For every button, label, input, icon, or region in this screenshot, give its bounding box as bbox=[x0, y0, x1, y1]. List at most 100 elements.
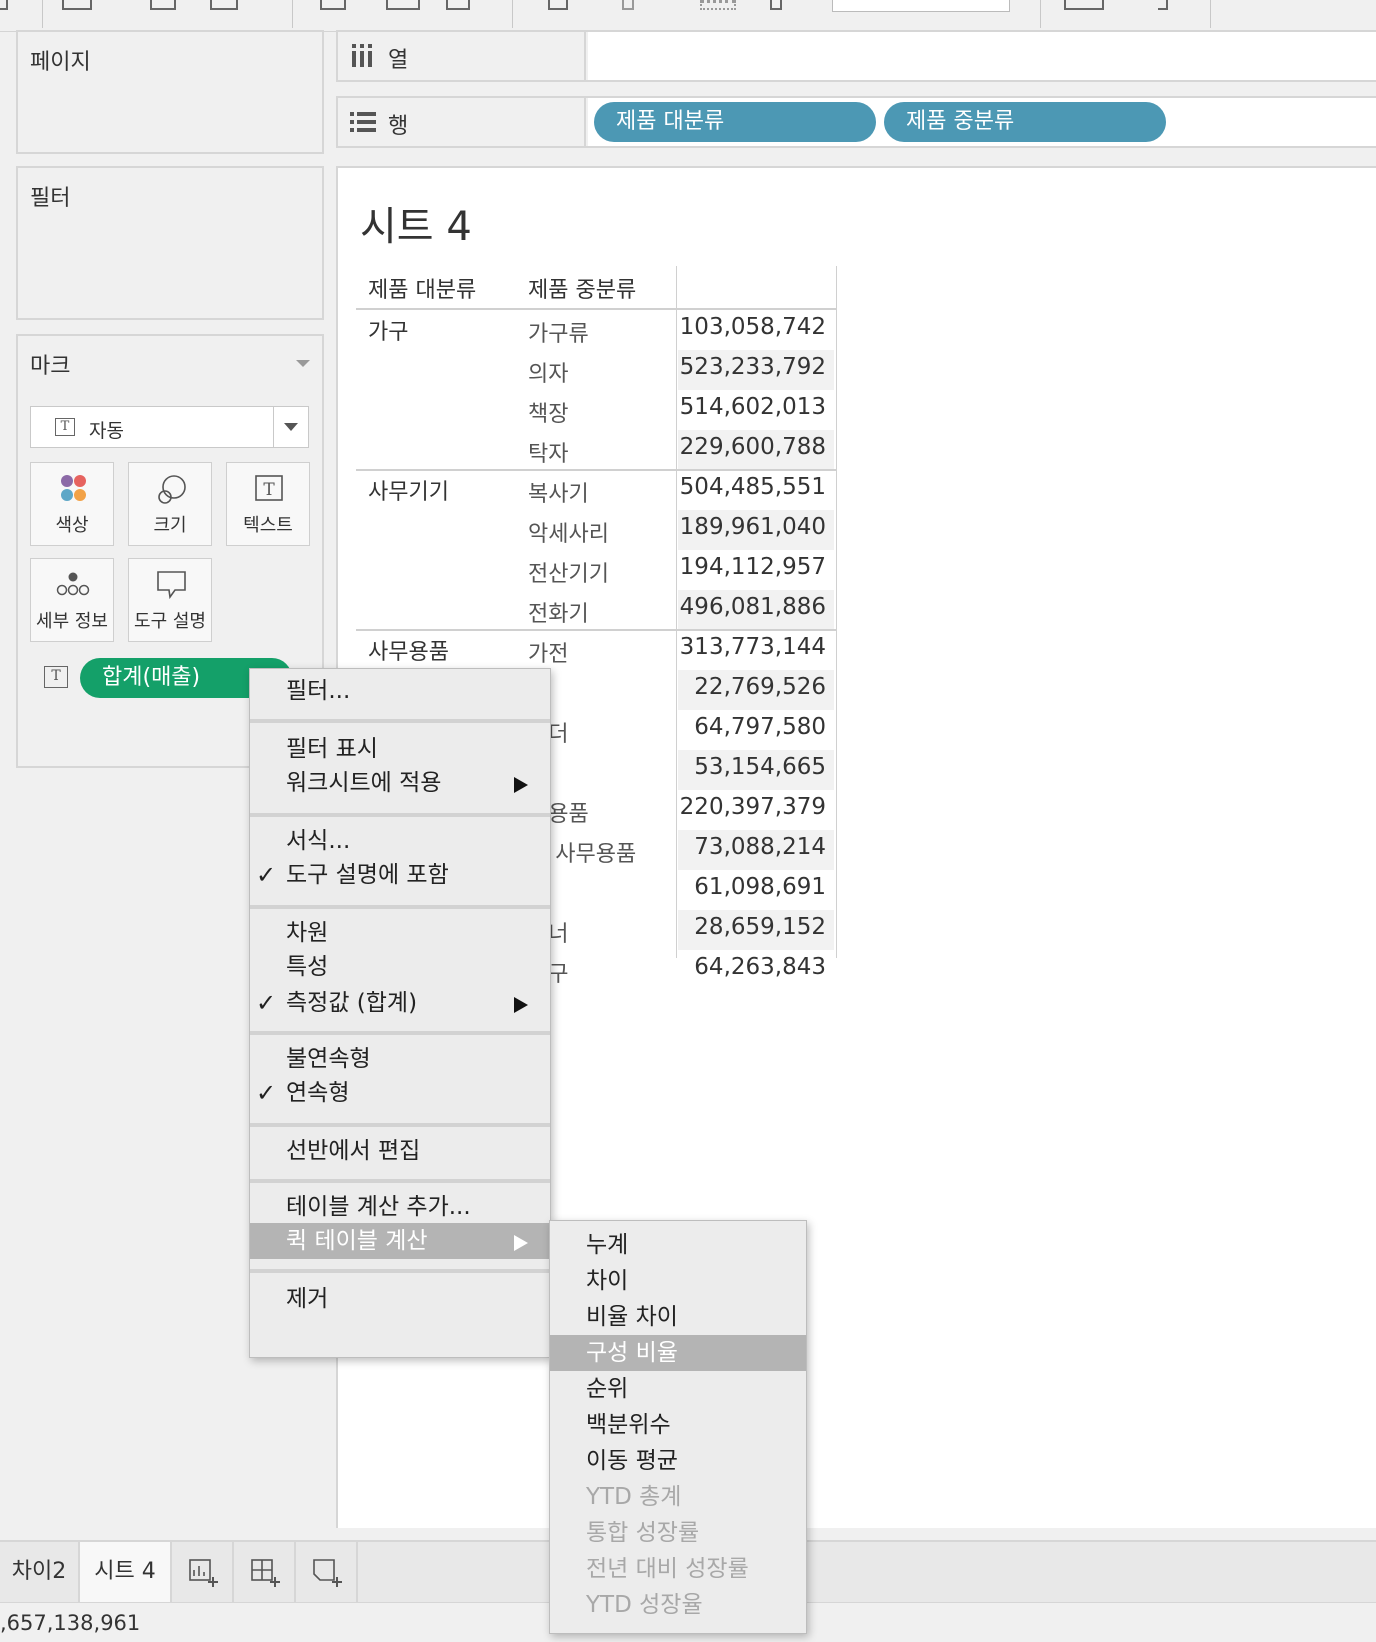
menu-separator bbox=[250, 1123, 550, 1127]
table-value-cell[interactable]: 313,773,144 bbox=[676, 634, 826, 660]
new-story-tab-icon[interactable] bbox=[296, 1542, 358, 1602]
presentation-icon[interactable] bbox=[1064, 0, 1104, 10]
table-value-cell[interactable]: 28,659,152 bbox=[676, 914, 826, 940]
table-category-cell[interactable]: 사무기기 bbox=[368, 474, 449, 506]
table-value-cell[interactable]: 64,263,843 bbox=[676, 954, 826, 980]
context-menu-item[interactable]: 서식... bbox=[250, 823, 550, 859]
columns-drop-area[interactable] bbox=[588, 32, 1376, 80]
marks-title: 마크 bbox=[30, 354, 71, 379]
table-category-cell[interactable]: 가구 bbox=[368, 314, 408, 346]
quick-calc-item[interactable]: 이동 평균 bbox=[550, 1443, 806, 1479]
new-worksheet-tab-icon[interactable] bbox=[172, 1542, 234, 1602]
clear-sheet-icon[interactable] bbox=[210, 0, 238, 10]
color-button[interactable]: 색상 bbox=[30, 462, 114, 546]
context-menu-item[interactable]: 필터 표시 bbox=[250, 731, 550, 767]
menu-item-label: 연속형 bbox=[286, 1080, 350, 1106]
table-sub-category-cell[interactable]: 가구류 bbox=[528, 316, 589, 348]
toolbar-divider bbox=[1210, 0, 1211, 28]
chevron-down-icon bbox=[284, 423, 298, 431]
context-menu-item[interactable]: 퀵 테이블 계산 bbox=[250, 1223, 550, 1259]
table-sub-category-cell[interactable]: 전화기 bbox=[528, 596, 589, 628]
context-menu-item[interactable]: 도구 설명에 포함 ✓ bbox=[250, 857, 550, 893]
table-value-cell[interactable]: 61,098,691 bbox=[676, 874, 826, 900]
detail-button[interactable]: 세부 정보 bbox=[30, 558, 114, 642]
table-value-cell[interactable]: 53,154,665 bbox=[676, 754, 826, 780]
table-sub-category-cell[interactable]: 복사기 bbox=[528, 476, 589, 508]
labels-icon[interactable] bbox=[700, 0, 736, 10]
tab-sheet4[interactable]: 시트 4 bbox=[80, 1542, 172, 1602]
undo-icon[interactable] bbox=[0, 0, 8, 10]
quick-calc-item: 통합 성장률 bbox=[586, 1520, 700, 1546]
sort-descending-icon[interactable] bbox=[446, 0, 470, 10]
dropdown-divider bbox=[273, 407, 274, 447]
context-menu-item[interactable]: 특성 bbox=[250, 949, 550, 985]
menu-item-label: 워크시트에 적용 bbox=[286, 770, 442, 796]
header-category[interactable]: 제품 대분류 bbox=[368, 272, 476, 304]
table-sub-category-cell[interactable]: 악세사리 bbox=[528, 516, 609, 548]
table-sub-category-cell[interactable]: 가전 bbox=[528, 636, 568, 668]
table-value-cell[interactable]: 189,961,040 bbox=[676, 514, 826, 540]
menu-item-label: 특성 bbox=[286, 954, 329, 980]
highlight-icon[interactable] bbox=[548, 0, 568, 10]
size-icon bbox=[129, 473, 211, 505]
table-category-cell[interactable]: 사무용품 bbox=[368, 634, 449, 666]
table-value-cell[interactable]: 229,600,788 bbox=[676, 434, 826, 460]
context-menu-item[interactable]: 불연속형 bbox=[250, 1041, 550, 1077]
tooltip-button[interactable]: 도구 설명 bbox=[128, 558, 212, 642]
context-menu-item[interactable]: 측정값 (합계) ✓ bbox=[250, 985, 550, 1021]
quick-calc-item[interactable]: 구성 비율 bbox=[550, 1335, 806, 1371]
header-sub-category[interactable]: 제품 중분류 bbox=[528, 272, 636, 304]
group-icon[interactable] bbox=[622, 0, 634, 10]
table-sub-category-cell[interactable]: 탁자 bbox=[528, 436, 568, 468]
table-value-cell[interactable]: 220,397,379 bbox=[676, 794, 826, 820]
context-menu-item[interactable]: 차원 bbox=[250, 915, 550, 951]
rows-label: 행 bbox=[338, 98, 586, 146]
table-value-cell[interactable]: 64,797,580 bbox=[676, 714, 826, 740]
filters-card[interactable]: 필터 bbox=[16, 166, 324, 320]
duplicate-sheet-icon[interactable] bbox=[150, 0, 176, 10]
category-pill[interactable]: 제품 대분류 bbox=[594, 102, 876, 142]
table-value-cell[interactable]: 194,112,957 bbox=[676, 554, 826, 580]
rows-drop-area[interactable]: 제품 대분류 제품 중분류 bbox=[588, 98, 1376, 146]
table-value-cell[interactable]: 514,602,013 bbox=[676, 394, 826, 420]
new-dashboard-tab-icon[interactable] bbox=[234, 1542, 296, 1602]
context-menu-item[interactable]: 제거 bbox=[250, 1281, 550, 1317]
new-worksheet-icon[interactable] bbox=[62, 0, 92, 10]
context-menu-item[interactable]: 워크시트에 적용 bbox=[250, 765, 550, 801]
table-sub-category-cell[interactable]: 의자 bbox=[528, 356, 568, 388]
swap-icon[interactable] bbox=[320, 0, 346, 10]
context-menu-item[interactable]: 테이블 계산 추가... bbox=[250, 1189, 550, 1225]
context-menu-item[interactable]: 선반에서 편집 bbox=[250, 1133, 550, 1169]
share-icon[interactable] bbox=[1158, 0, 1168, 10]
sum-sales-pill-label: 합계(매출) bbox=[102, 665, 201, 690]
quick-calc-item[interactable]: 비율 차이 bbox=[550, 1299, 806, 1335]
pill-context-menu: 필터... 필터 표시워크시트에 적용서식... 도구 설명에 포함 ✓ 차원특성측정값… bbox=[249, 668, 551, 1358]
table-value-cell[interactable]: 73,088,214 bbox=[676, 834, 826, 860]
pages-card[interactable]: 페이지 bbox=[16, 30, 324, 154]
quick-calc-item[interactable]: 차이 bbox=[550, 1263, 806, 1299]
context-menu-item[interactable]: 연속형 ✓ bbox=[250, 1075, 550, 1111]
table-value-cell[interactable]: 504,485,551 bbox=[676, 474, 826, 500]
size-button[interactable]: 크기 bbox=[128, 462, 212, 546]
mark-type-dropdown[interactable]: T 자동 bbox=[30, 406, 309, 448]
sheet-title[interactable]: 시트 4 bbox=[360, 194, 472, 252]
fix-axes-icon[interactable] bbox=[770, 0, 782, 10]
table-value-cell[interactable]: 103,058,742 bbox=[676, 314, 826, 340]
fit-dropdown[interactable] bbox=[832, 0, 1010, 12]
sort-ascending-icon[interactable] bbox=[386, 0, 420, 10]
table-value-cell[interactable]: 496,081,886 bbox=[676, 594, 826, 620]
table-sub-category-cell[interactable]: 책장 bbox=[528, 396, 568, 428]
tab-chai2[interactable]: 차이2 bbox=[0, 1542, 80, 1602]
quick-calc-item[interactable]: 백분위수 bbox=[550, 1407, 806, 1443]
marks-card-menu-icon[interactable] bbox=[296, 360, 310, 367]
toolbar-divider bbox=[42, 0, 43, 28]
detail-icon bbox=[31, 569, 113, 601]
label-button[interactable]: T 텍스트 bbox=[226, 462, 310, 546]
context-menu-item[interactable]: 필터... bbox=[250, 673, 550, 709]
table-sub-category-cell[interactable]: 전산기기 bbox=[528, 556, 609, 588]
quick-calc-item[interactable]: 누계 bbox=[550, 1227, 806, 1263]
table-value-cell[interactable]: 523,233,792 bbox=[676, 354, 826, 380]
quick-calc-item[interactable]: 순위 bbox=[550, 1371, 806, 1407]
table-value-cell[interactable]: 22,769,526 bbox=[676, 674, 826, 700]
sub-category-pill[interactable]: 제품 중분류 bbox=[884, 102, 1166, 142]
